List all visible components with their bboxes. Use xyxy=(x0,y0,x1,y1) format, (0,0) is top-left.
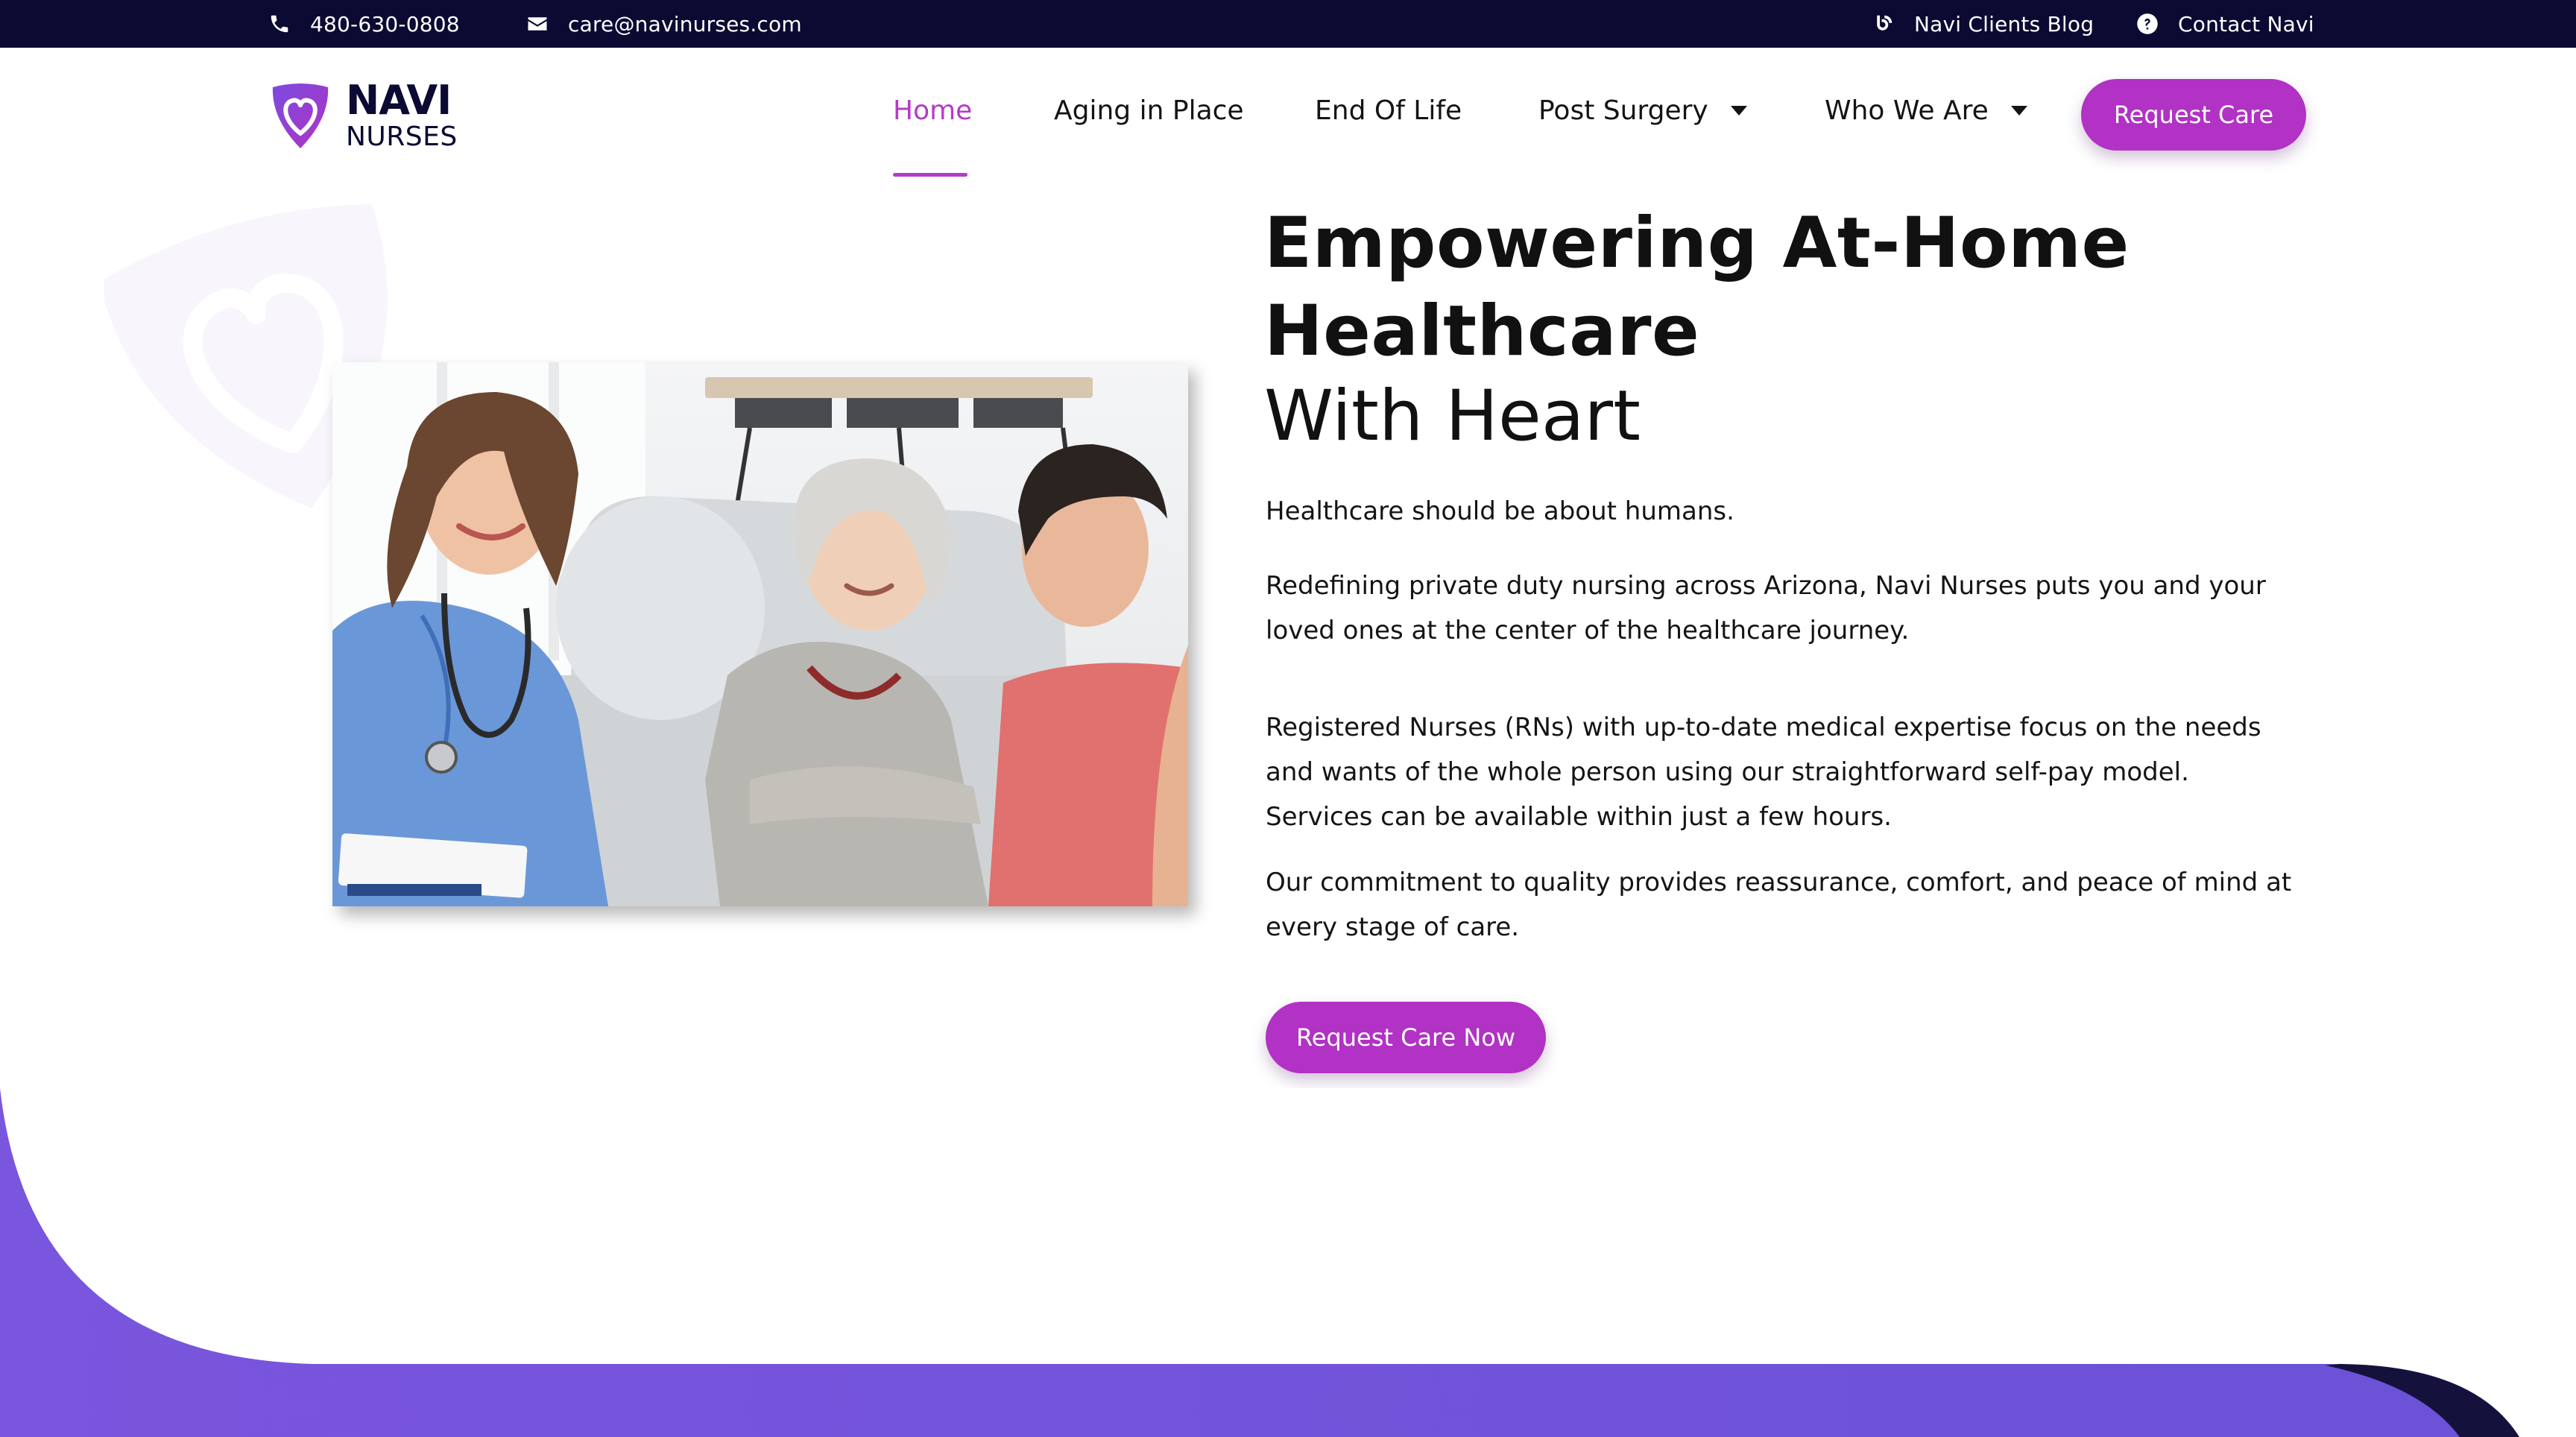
hero-photo-nurse-with-patient xyxy=(332,362,1188,906)
nav-item-end-of-life[interactable]: End Of Life xyxy=(1315,95,1462,126)
top-contact-bar: 480-630-0808 care@navinurses.com Navi Cl… xyxy=(0,0,2576,48)
contact-link-label: Contact Navi xyxy=(2178,11,2314,37)
hero-paragraph-4: Our commitment to quality provides reass… xyxy=(1266,868,2292,942)
nav-item-label: Who We Are xyxy=(1825,95,1989,126)
bottom-purple-wave xyxy=(0,1088,2576,1437)
request-care-now-label: Request Care Now xyxy=(1295,1023,1516,1052)
hero-illustration xyxy=(332,362,1188,906)
topbar-blog-link[interactable]: Navi Clients Blog xyxy=(1872,0,2094,48)
nav-active-underline xyxy=(893,173,967,177)
request-care-now-button[interactable]: Request Care Now xyxy=(1266,1002,1546,1073)
chevron-down-icon xyxy=(1730,106,1747,116)
nav-item-label: End Of Life xyxy=(1315,95,1462,126)
email-icon xyxy=(528,17,547,31)
topbar-contact-link[interactable]: Contact Navi xyxy=(2136,0,2314,48)
blog-link-label: Navi Clients Blog xyxy=(1914,11,2094,37)
logo-word-navi: NAVI xyxy=(346,77,452,124)
heart-shield-logo-icon xyxy=(272,83,329,148)
phone-number: 480-630-0808 xyxy=(310,11,460,37)
hero-paragraph-3: Registered Nurses (RNs) with up-to-date … xyxy=(1266,713,2261,832)
blog-icon xyxy=(1877,15,1892,31)
hero-subtitle: With Heart xyxy=(1264,376,1641,457)
nav-item-aging-in-place[interactable]: Aging in Place xyxy=(1054,95,1244,126)
topbar-phone-link[interactable]: 480-630-0808 xyxy=(268,0,460,48)
nav-item-label: Aging in Place xyxy=(1054,95,1244,126)
logo-wordmark: NAVI NURSES xyxy=(346,80,458,151)
help-icon xyxy=(2137,13,2158,34)
nav-item-label: Home xyxy=(893,95,973,126)
navi-nurses-logo[interactable]: NAVI NURSES xyxy=(268,80,458,151)
nav-item-home[interactable]: Home xyxy=(893,95,972,126)
topbar-email-link[interactable]: care@navinurses.com xyxy=(526,0,802,48)
hero-paragraph-1: Healthcare should be about humans. xyxy=(1266,496,1734,526)
nav-item-who-we-are[interactable]: Who We Are xyxy=(1825,95,2027,126)
nav-item-post-surgery[interactable]: Post Surgery xyxy=(1538,95,1747,126)
request-care-button-label: Request Care xyxy=(2113,101,2274,129)
logo-word-nurses: NURSES xyxy=(346,121,458,152)
chevron-down-icon xyxy=(2010,106,2027,116)
email-address: care@navinurses.com xyxy=(568,11,802,37)
request-care-button[interactable]: Request Care xyxy=(2081,79,2306,151)
hero-paragraph-2: Redefining private duty nursing across A… xyxy=(1266,571,2266,645)
phone-icon xyxy=(271,15,288,33)
site-header: NAVI NURSES Home Aging in Place End Of L… xyxy=(0,48,2576,183)
hero-title: Empowering At-Home Healthcare xyxy=(1264,203,2130,372)
nav-item-label: Post Surgery xyxy=(1538,95,1708,126)
